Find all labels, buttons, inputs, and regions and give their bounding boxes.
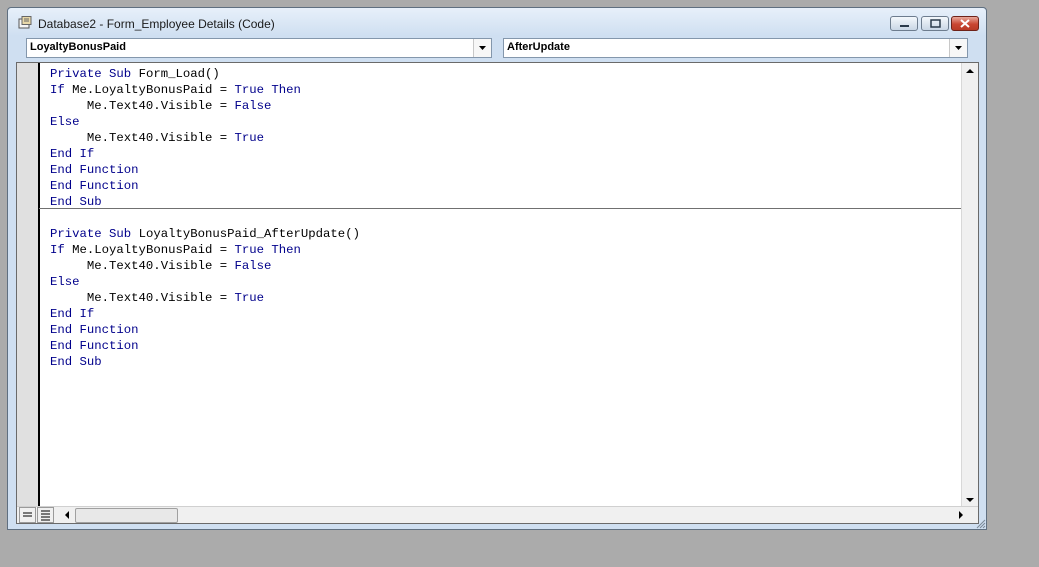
procedure-form-load[interactable]: Private Sub Form_Load() If Me.LoyaltyBon… xyxy=(50,66,301,210)
restore-icon xyxy=(930,19,941,28)
code-line[interactable]: If Me.LoyaltyBonusPaid = True Then xyxy=(50,83,301,97)
code-line[interactable]: Me.Text40.Visible = True xyxy=(50,291,264,305)
scroll-up-button[interactable] xyxy=(962,63,978,79)
vertical-scrollbar[interactable] xyxy=(961,63,978,508)
chevron-down-icon xyxy=(955,46,962,50)
margin-indicator-bar[interactable] xyxy=(17,63,40,508)
code-line[interactable]: Else xyxy=(50,115,80,129)
maximize-button[interactable] xyxy=(921,16,949,31)
code-line[interactable]: Private Sub Form_Load() xyxy=(50,67,220,81)
code-line[interactable]: End Sub xyxy=(50,195,102,209)
code-line[interactable]: End Function xyxy=(50,339,139,353)
code-line[interactable]: End Sub xyxy=(50,355,102,369)
bottom-bar xyxy=(17,506,978,523)
code-editor[interactable]: Private Sub Form_Load() If Me.LoyaltyBon… xyxy=(39,63,961,508)
code-line[interactable]: End If xyxy=(50,307,94,321)
code-line[interactable]: End Function xyxy=(50,323,139,337)
procedure-combo-dropdown-button[interactable] xyxy=(949,39,967,57)
scroll-right-button[interactable] xyxy=(953,507,969,523)
procedure-combo[interactable]: AfterUpdate xyxy=(503,38,968,58)
minimize-icon xyxy=(900,25,909,27)
minimize-button[interactable] xyxy=(890,16,918,31)
resize-grip-icon[interactable] xyxy=(974,517,986,529)
close-icon xyxy=(960,19,970,28)
close-button[interactable] xyxy=(951,16,979,31)
arrow-right-icon xyxy=(959,511,963,519)
code-line[interactable]: End Function xyxy=(50,179,139,193)
horizontal-scroll-thumb[interactable] xyxy=(75,508,178,523)
procedure-view-button[interactable] xyxy=(19,507,36,523)
code-window: Database2 - Form_Employee Details (Code)… xyxy=(7,7,987,530)
procedure-loyaltybonuspaid-afterupdate[interactable]: Private Sub LoyaltyBonusPaid_AfterUpdate… xyxy=(50,226,360,370)
chevron-down-icon xyxy=(479,46,486,50)
code-pane[interactable]: Private Sub Form_Load() If Me.LoyaltyBon… xyxy=(16,62,979,524)
code-line[interactable]: End If xyxy=(50,147,94,161)
title-bar[interactable]: Database2 - Form_Employee Details (Code) xyxy=(8,8,986,36)
code-line[interactable]: Me.Text40.Visible = False xyxy=(50,99,272,113)
vba-module-icon xyxy=(18,16,32,29)
code-line[interactable]: Private Sub LoyaltyBonusPaid_AfterUpdate… xyxy=(50,227,360,241)
full-module-view-button[interactable] xyxy=(37,507,54,523)
scroll-left-button[interactable] xyxy=(59,507,75,523)
procedure-separator xyxy=(39,208,961,209)
code-line[interactable]: Me.Text40.Visible = False xyxy=(50,259,272,273)
arrow-left-icon xyxy=(65,511,69,519)
code-line[interactable]: Else xyxy=(50,275,80,289)
object-combo-value: LoyaltyBonusPaid xyxy=(30,41,126,53)
procedure-view-icon xyxy=(23,512,32,517)
full-module-view-icon xyxy=(41,510,50,521)
arrow-up-icon xyxy=(966,69,974,73)
object-combo[interactable]: LoyaltyBonusPaid xyxy=(26,38,492,58)
window-title: Database2 - Form_Employee Details (Code) xyxy=(38,17,275,31)
code-line[interactable]: Me.Text40.Visible = True xyxy=(50,131,264,145)
procedure-combo-value: AfterUpdate xyxy=(507,41,570,53)
object-combo-dropdown-button[interactable] xyxy=(473,39,491,57)
code-line[interactable]: End Function xyxy=(50,163,139,177)
code-line[interactable]: If Me.LoyaltyBonusPaid = True Then xyxy=(50,243,301,257)
